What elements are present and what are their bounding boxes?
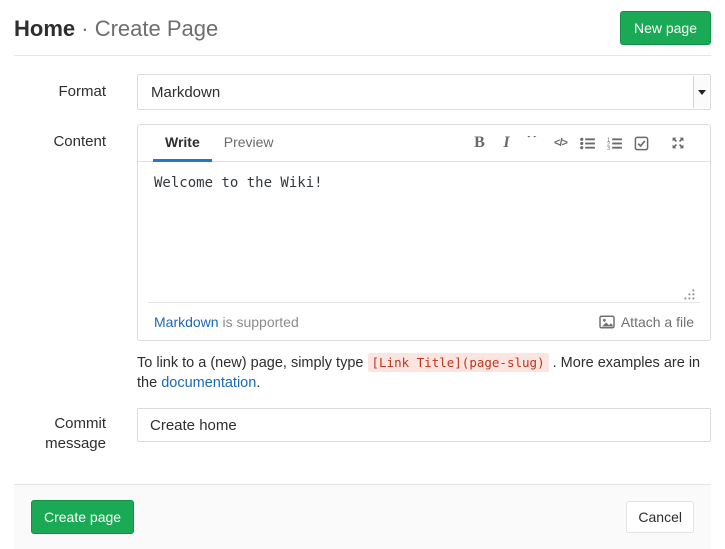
- resize-grip-icon[interactable]: [684, 289, 695, 300]
- page-title-secondary: Create Page: [95, 16, 219, 41]
- attach-file-label: Attach a file: [621, 314, 694, 330]
- task-list-glyph: [634, 136, 649, 151]
- fullscreen-icon[interactable]: [664, 131, 691, 155]
- form-actions-footer: Create page Cancel: [14, 484, 711, 549]
- ordered-list-icon[interactable]: 1 2 3: [601, 131, 628, 155]
- code-icon[interactable]: </>: [547, 131, 574, 155]
- tab-write[interactable]: Write: [153, 125, 212, 162]
- attach-image-icon: [599, 314, 615, 330]
- new-page-button[interactable]: New page: [620, 11, 711, 45]
- resize-grip-glyph: [684, 289, 695, 300]
- content-textarea[interactable]: Welcome to the Wiki!: [138, 162, 710, 302]
- content-label: Content: [14, 124, 106, 341]
- commit-message-label: Commit message: [14, 408, 106, 454]
- textarea-wrap: Welcome to the Wiki!: [138, 162, 710, 302]
- format-label: Format: [14, 74, 106, 110]
- content-row: Content Write Preview B I ” </>: [14, 124, 711, 341]
- unordered-list-icon[interactable]: [574, 131, 601, 155]
- fullscreen-glyph: [671, 136, 685, 150]
- editor-footer: Markdown is supported Attach a file: [148, 302, 700, 340]
- ordered-list-glyph: 1 2 3: [607, 137, 622, 150]
- format-select[interactable]: Markdown: [137, 74, 711, 110]
- format-row: Format Markdown: [14, 74, 711, 110]
- select-arrow-strip[interactable]: [693, 76, 709, 108]
- commit-message-input[interactable]: [137, 408, 711, 442]
- editor-tabbar: Write Preview B I ” </>: [138, 125, 710, 162]
- bold-icon[interactable]: B: [466, 131, 493, 155]
- markdown-editor: Write Preview B I ” </>: [137, 124, 711, 341]
- documentation-link[interactable]: documentation: [161, 375, 256, 391]
- markdown-supported-text: is supported: [219, 314, 299, 330]
- hint-after: .: [256, 375, 260, 391]
- chevron-down-icon: [698, 90, 706, 95]
- commit-message-row: Commit message: [14, 408, 711, 454]
- svg-text:3: 3: [607, 146, 610, 150]
- format-selected-value: Markdown: [151, 84, 220, 101]
- cancel-button[interactable]: Cancel: [626, 501, 694, 533]
- tab-preview[interactable]: Preview: [212, 125, 286, 162]
- markdown-help-link[interactable]: Markdown: [154, 314, 219, 330]
- page-title-primary: Home: [14, 16, 75, 41]
- unordered-list-glyph: [580, 137, 595, 150]
- italic-icon[interactable]: I: [493, 131, 520, 155]
- attach-file-button[interactable]: Attach a file: [599, 314, 694, 330]
- create-page-button[interactable]: Create page: [31, 500, 134, 534]
- title-separator: ·: [81, 16, 88, 41]
- page-header: Home · Create Page New page: [0, 0, 725, 55]
- task-list-icon[interactable]: [628, 131, 655, 155]
- markdown-toolbar: B I ” </> 1 2: [466, 125, 710, 161]
- link-hint-text: To link to a (new) page, simply type [Li…: [137, 353, 711, 393]
- hint-code-example: [Link Title](page-slug): [368, 353, 549, 372]
- page-title: Home · Create Page: [14, 12, 218, 45]
- quote-icon[interactable]: ”: [520, 131, 547, 155]
- hint-before: To link to a (new) page, simply type: [137, 355, 368, 371]
- header-divider: [14, 55, 711, 56]
